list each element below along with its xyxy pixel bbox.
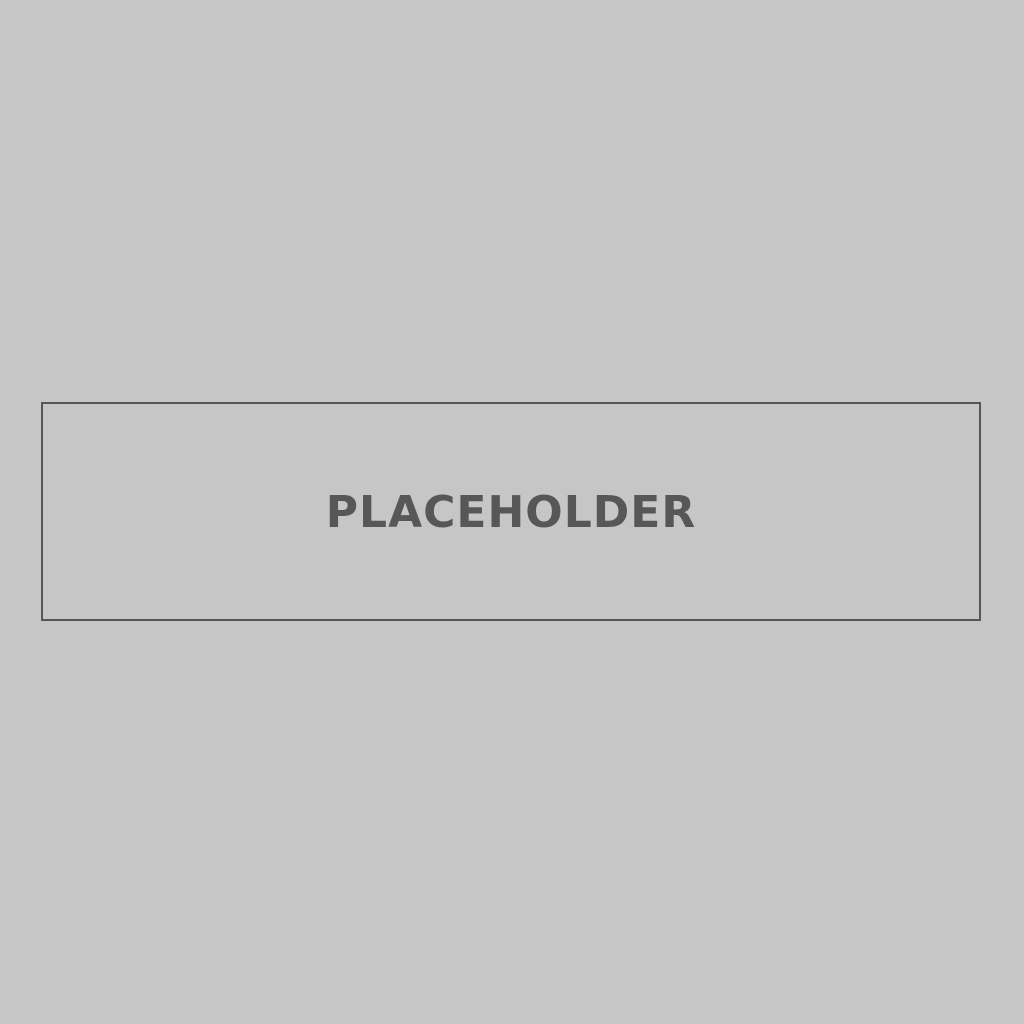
placeholder-label: PLACEHOLDER [325,486,697,538]
screen: { "placeholder": { "label": "PLACEHOLDER… [0,0,1024,1024]
placeholder-box: PLACEHOLDER [41,402,981,621]
